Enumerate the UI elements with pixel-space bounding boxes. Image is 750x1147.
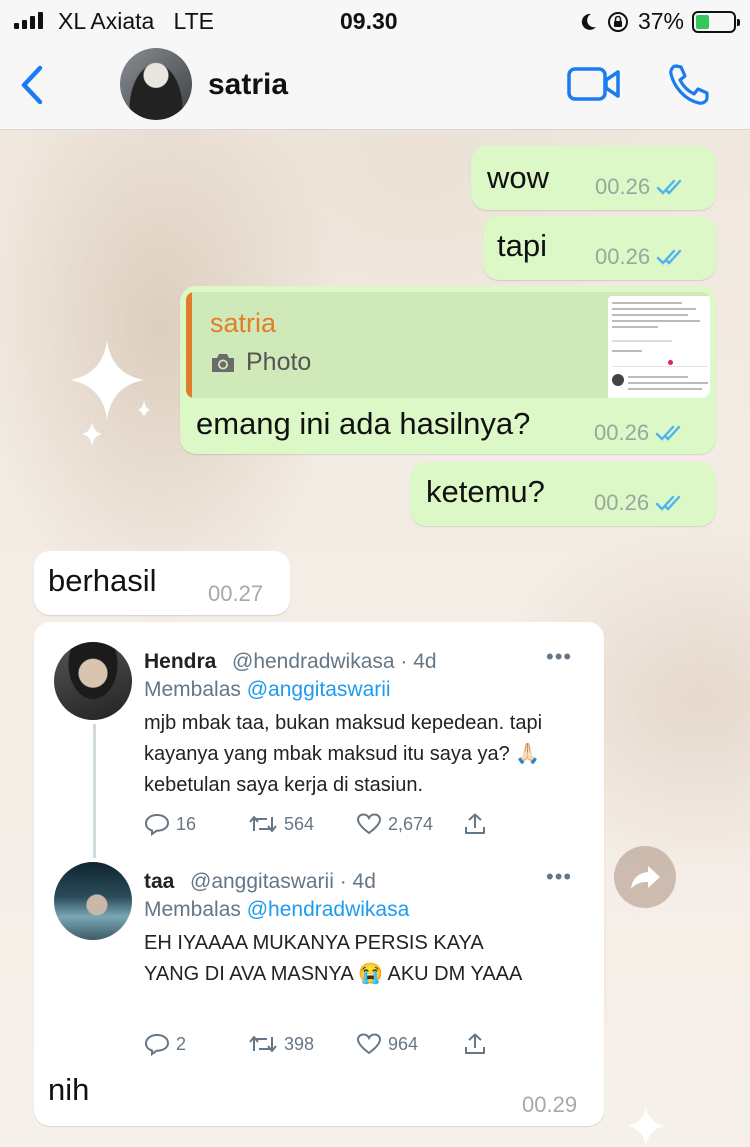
- reply-icon: [144, 1033, 170, 1056]
- status-time: 09.30: [340, 8, 398, 34]
- message-text: wow: [487, 160, 550, 195]
- share-icon: [465, 813, 485, 834]
- share-icon: [465, 1033, 485, 1054]
- signal-icon: [14, 12, 43, 29]
- incoming-image-message[interactable]: Hendra @hendradwikasa · 4d ••• Membalas …: [34, 622, 604, 1126]
- read-receipt-icon: [656, 179, 682, 195]
- outgoing-reply-message[interactable]: satria Photo emang ini ada hasilnya? 00.…: [180, 286, 716, 454]
- retweet-icon: [249, 816, 277, 832]
- status-bar: XL Axiata LTE 09.30 37%: [0, 0, 750, 40]
- heart-icon: [356, 1033, 382, 1055]
- incoming-message[interactable]: berhasil 00.27: [34, 551, 290, 615]
- tweet-avatar: [54, 862, 132, 940]
- tweet-text: mjb mbak taa, bukan maksud kepedean. tap…: [144, 712, 543, 796]
- message-time: 00.26: [595, 174, 686, 200]
- chat-header: satria: [0, 40, 750, 130]
- tweet-screenshot-image[interactable]: Hendra @hendradwikasa · 4d ••• Membalas …: [40, 628, 598, 1060]
- quoted-type: Photo: [210, 348, 311, 377]
- message-text: berhasil: [48, 563, 157, 598]
- message-time: 00.26: [595, 244, 686, 270]
- rotation-lock-icon: [607, 11, 628, 32]
- back-chevron-icon[interactable]: [14, 62, 50, 108]
- forward-icon: [631, 866, 660, 889]
- reply-count: 16: [144, 812, 248, 836]
- tweet-actions: 2 398 964: [144, 1032, 486, 1056]
- sparkle-icon: [628, 1106, 664, 1147]
- tweet-avatar: [54, 642, 132, 720]
- message-text: ketemu?: [426, 474, 545, 509]
- video-call-icon[interactable]: [566, 64, 622, 104]
- quote-accent-bar: [186, 292, 192, 398]
- tweet-text: EH IYAAAA MUKANYA PERSIS KAYA YANG DI AV…: [144, 932, 523, 985]
- tweet-author-handle: @hendradwikasa · 4d: [232, 650, 437, 673]
- like-count: 964: [356, 1032, 464, 1056]
- message-time: 00.26: [594, 490, 685, 516]
- message-text: tapi: [497, 228, 547, 263]
- battery-percentage: 37%: [637, 8, 684, 34]
- tweet-reply-to: Membalas @anggitaswarii: [144, 678, 391, 701]
- message-time: 00.27: [208, 581, 264, 606]
- outgoing-message[interactable]: wow 00.26: [471, 146, 716, 210]
- outgoing-message[interactable]: ketemu? 00.26: [410, 462, 716, 526]
- message-time: 00.29: [522, 1092, 578, 1117]
- heart-icon: [356, 813, 382, 835]
- sparkle-icon: [70, 340, 150, 446]
- reply-icon: [144, 813, 170, 836]
- network-label: LTE: [173, 8, 214, 34]
- battery-charging-icon: [692, 10, 740, 33]
- carrier-label: XL Axiata LTE: [58, 8, 214, 34]
- contact-avatar[interactable]: [120, 48, 192, 120]
- quoted-photo-thumbnail: [608, 296, 710, 398]
- like-count: 2,674: [356, 812, 464, 836]
- retweet-count: 398: [248, 1033, 356, 1055]
- tweet-author-name: Hendra: [144, 650, 217, 673]
- forward-button[interactable]: [614, 846, 676, 908]
- phone-icon[interactable]: [666, 62, 712, 108]
- reply-count: 2: [144, 1032, 248, 1056]
- read-receipt-icon: [655, 425, 681, 441]
- message-text: emang ini ada hasilnya?: [196, 406, 531, 441]
- message-time: 00.26: [594, 420, 685, 446]
- quoted-message[interactable]: satria Photo: [186, 292, 710, 398]
- outgoing-message[interactable]: tapi 00.26: [483, 216, 716, 280]
- tweet-reply-to: Membalas @hendradwikasa: [144, 898, 410, 921]
- tweet-author-name: taa: [144, 870, 175, 893]
- tweet-author-handle: @anggitaswarii · 4d: [190, 870, 376, 893]
- thread-line: [93, 724, 96, 858]
- read-receipt-icon: [656, 249, 682, 265]
- more-options-icon: •••: [546, 864, 573, 889]
- tweet-actions: 16 564 2,674: [144, 812, 486, 836]
- message-text: nih: [48, 1072, 90, 1107]
- read-receipt-icon: [655, 495, 681, 511]
- quoted-sender: satria: [210, 308, 277, 338]
- camera-icon: [212, 353, 234, 372]
- more-options-icon: •••: [546, 644, 573, 669]
- contact-name[interactable]: satria: [208, 68, 288, 102]
- retweet-count: 564: [248, 813, 356, 835]
- moon-icon: [581, 13, 596, 30]
- retweet-icon: [249, 1036, 277, 1052]
